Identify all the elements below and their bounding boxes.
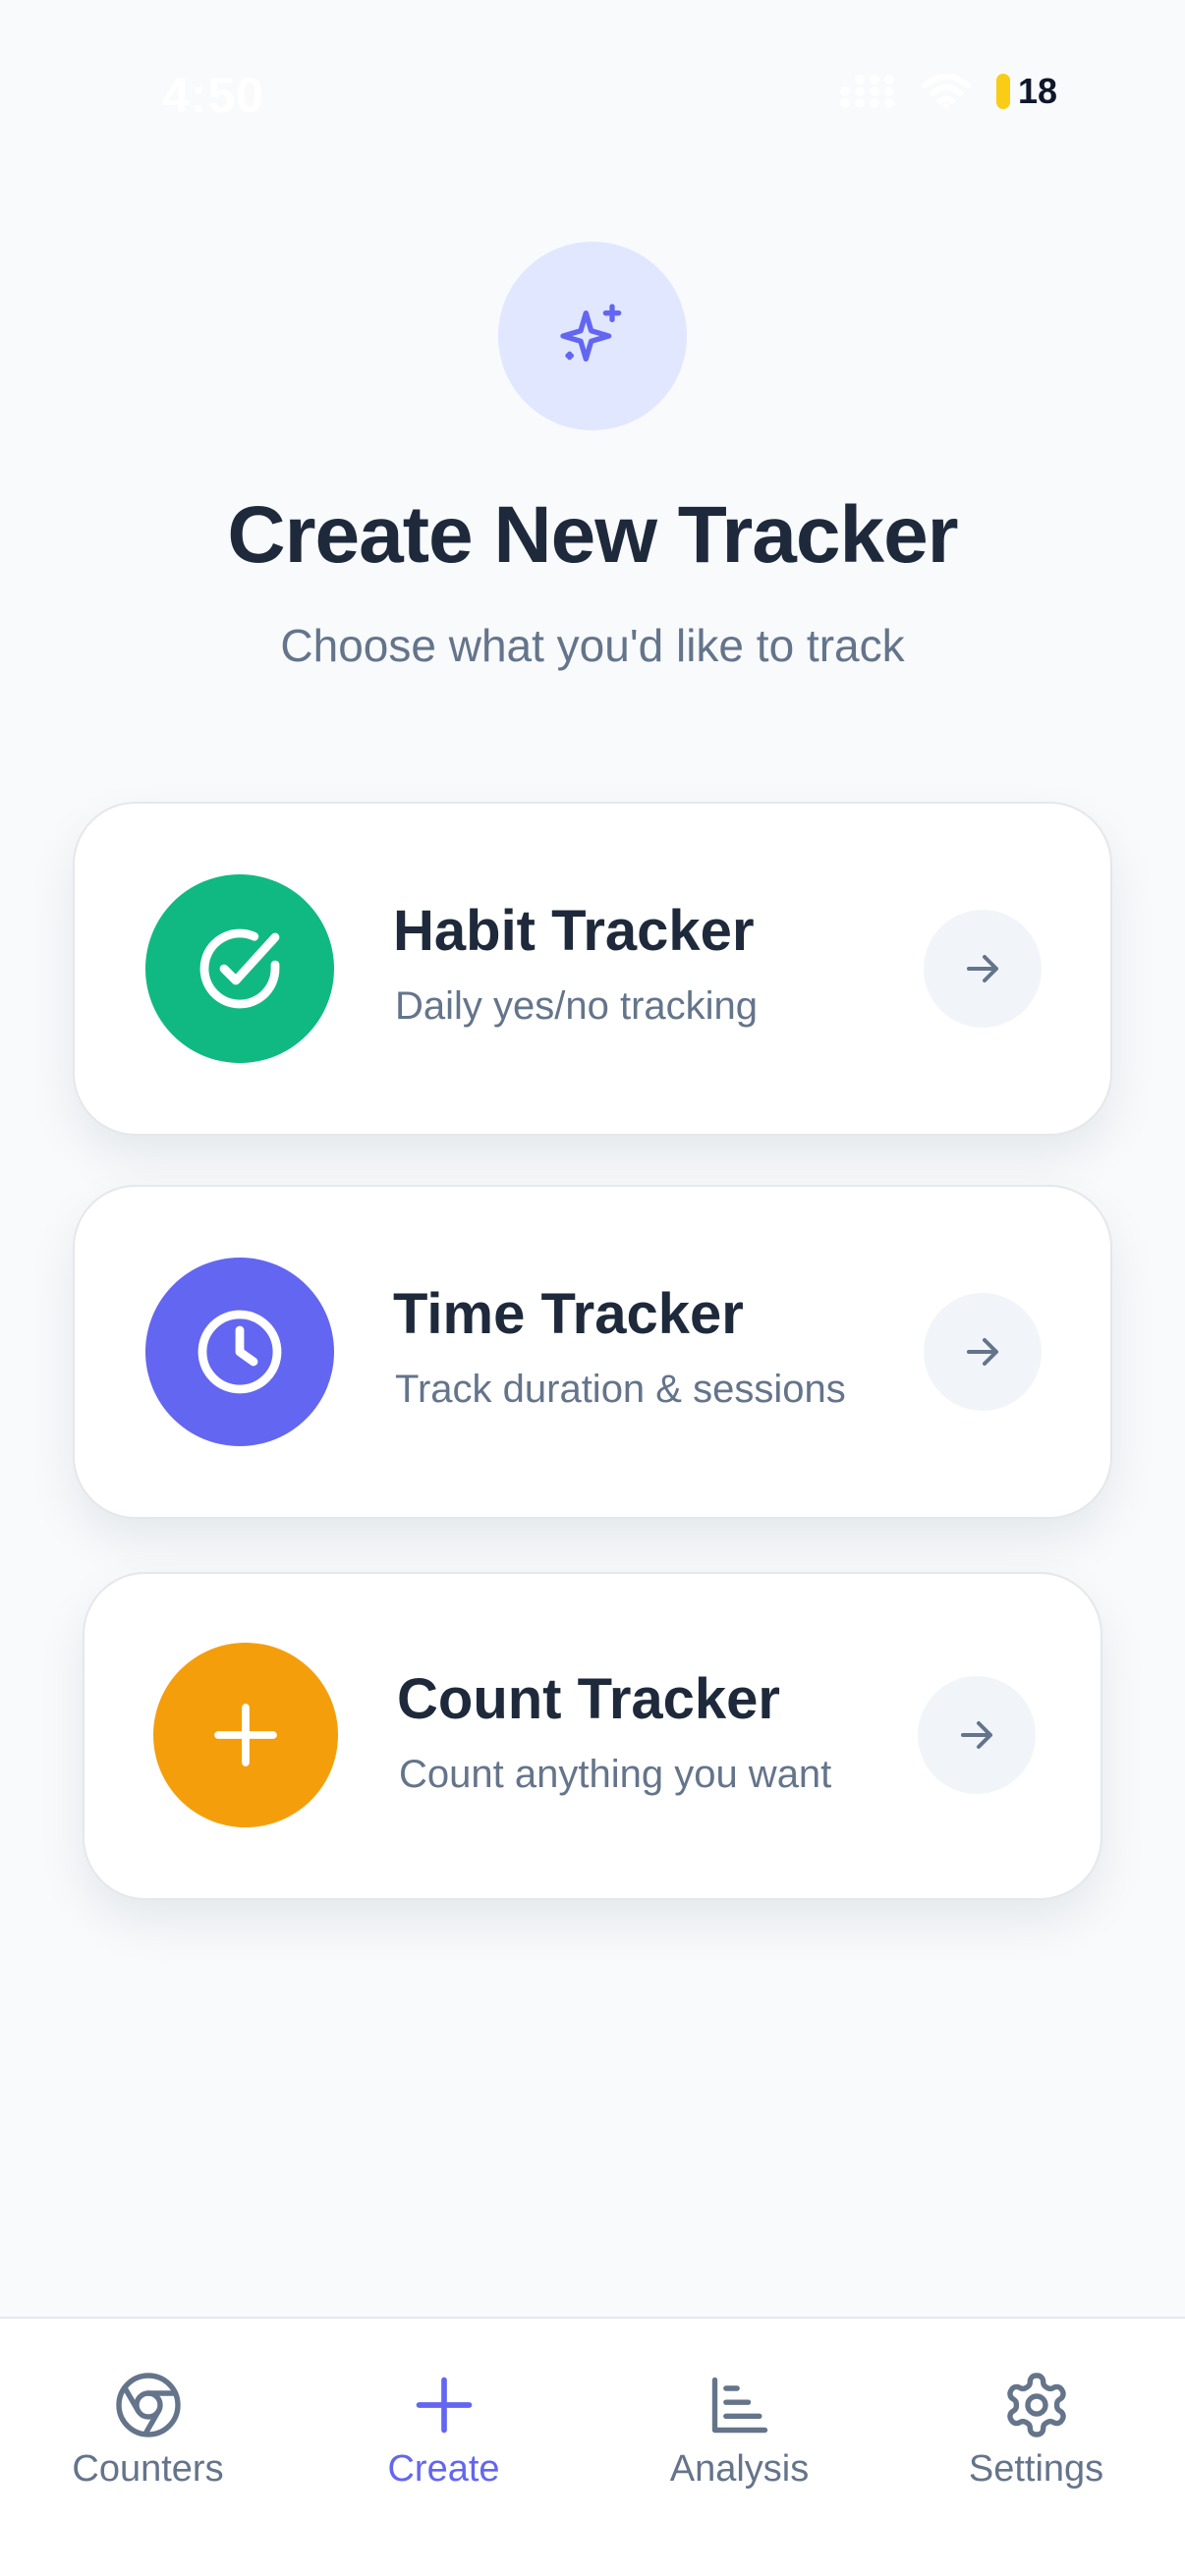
wifi-icon [921, 74, 971, 109]
status-icons: 18 [839, 71, 1057, 112]
arrow-right-icon [967, 955, 998, 982]
check-circle-icon [199, 928, 280, 1009]
habit-tracker-title: Habit Tracker [393, 899, 755, 963]
habit-tracker-card[interactable]: Habit Tracker Daily yes/no tracking [73, 802, 1112, 1136]
time-tracker-description: Track duration & sessions [395, 1368, 846, 1411]
aperture-icon [109, 2366, 188, 2444]
arrow-right-icon [967, 1338, 998, 1366]
battery-indicator: 18 [995, 71, 1057, 112]
page-title: Create New Tracker [227, 490, 958, 580]
habit-tracker-description: Daily yes/no tracking [395, 984, 759, 1028]
habit-tracker-arrow[interactable] [924, 910, 1042, 1028]
plus-icon [214, 1704, 277, 1766]
tab-settings-label: Settings [968, 2448, 1104, 2490]
battery-level: 18 [1017, 71, 1057, 111]
time-tracker-card[interactable]: Time Tracker Track duration & sessions [73, 1185, 1112, 1519]
count-icon-badge [153, 1643, 338, 1827]
page-subtitle: Choose what you'd like to track [280, 620, 905, 671]
cellular-signal-icon [839, 75, 894, 108]
time-tracker-arrow[interactable] [924, 1293, 1042, 1411]
status-bar: 4:50 18 [0, 0, 1185, 196]
battery-icon [995, 74, 1010, 109]
clock-icon [198, 1310, 282, 1394]
arrow-right-icon [961, 1721, 992, 1749]
count-tracker-card[interactable]: Count Tracker Count anything you want [83, 1572, 1102, 1900]
tab-analysis-label: Analysis [669, 2448, 810, 2490]
tab-create-label: Create [387, 2448, 500, 2490]
sparkles-icon [560, 304, 622, 362]
tab-settings[interactable]: Settings [887, 2319, 1185, 2515]
count-tracker-description: Count anything you want [399, 1753, 832, 1796]
bar-chart-icon [701, 2366, 779, 2444]
tab-counters[interactable]: Counters [0, 2319, 296, 2515]
gear-icon [997, 2366, 1076, 2444]
tab-create[interactable]: Create [296, 2319, 592, 2515]
tab-bar: Counters Create Analysis Settings [0, 2317, 1185, 2576]
sparkles-badge [498, 242, 687, 430]
count-tracker-title: Count Tracker [397, 1667, 780, 1731]
habit-icon-badge [145, 874, 334, 1063]
time-icon-badge [145, 1258, 334, 1446]
tab-counters-label: Counters [72, 2448, 224, 2490]
tab-analysis[interactable]: Analysis [592, 2319, 887, 2515]
count-tracker-arrow[interactable] [918, 1676, 1036, 1794]
plus-icon [405, 2366, 483, 2444]
time-tracker-title: Time Tracker [393, 1282, 744, 1346]
status-time: 4:50 [162, 68, 265, 123]
